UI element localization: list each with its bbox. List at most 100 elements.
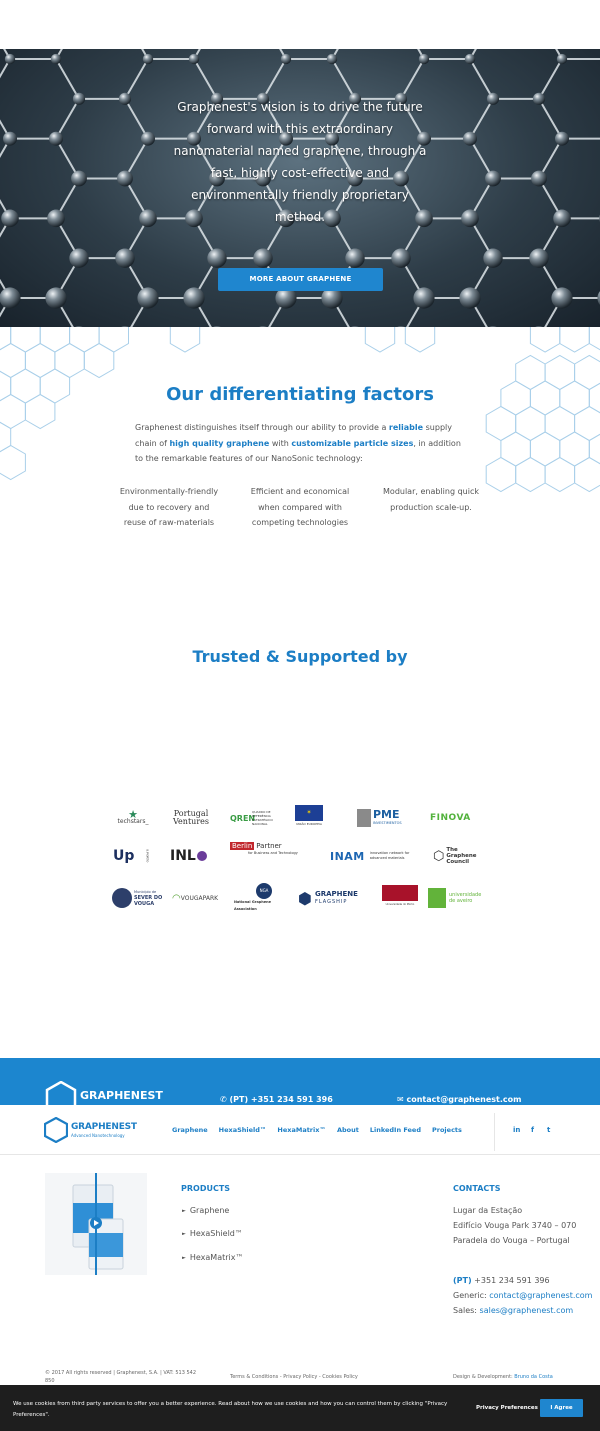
sales-email-link[interactable]: sales@graphenest.com: [480, 1306, 574, 1315]
molecule-atom: [47, 209, 65, 228]
caret-right-icon: ►: [182, 1208, 186, 1214]
molecule-atom: [3, 131, 17, 146]
decorative-hexagon: [574, 456, 600, 493]
molecule-bond: [400, 58, 425, 100]
aveiro-mark-icon: [428, 888, 446, 908]
vouga-swoosh-icon: ◠: [172, 892, 181, 904]
decorative-hexagon: [515, 456, 546, 493]
trusted-supported-title: Trusted & Supported by: [192, 647, 408, 666]
product-link-graphene[interactable]: ► Graphene: [182, 1206, 229, 1215]
caret-right-icon: ►: [182, 1231, 186, 1237]
molecule-atom: [1, 209, 19, 228]
decorative-hexagon: [588, 327, 600, 351]
decorative-hexagon: [83, 342, 115, 379]
decorative-hexagon: [0, 342, 26, 379]
cookie-consent-bar: We use cookies from third party services…: [0, 1385, 600, 1431]
universidade-minho-logo: Universidade do Minho: [380, 885, 420, 911]
designer-link[interactable]: Bruno da Costa: [514, 1374, 552, 1380]
molecule-atom: [4, 53, 16, 65]
university-porto-logo: Up U.PORTO: [113, 847, 150, 864]
molecule-atom: [115, 248, 135, 268]
phone-icon: ✆: [220, 1095, 230, 1104]
contacts-title: CONTACTS: [453, 1184, 501, 1193]
products-title: PRODUCTS: [181, 1184, 231, 1193]
factor-modular: Modular, enabling quick production scale…: [383, 487, 479, 512]
decorative-hexagon: [485, 405, 517, 442]
differentiating-factors-title: Our differentiating factors: [166, 384, 434, 405]
product-cans-illustration: [72, 1173, 124, 1275]
bluebar-email[interactable]: ✉ contact@graphenest.com: [397, 1095, 521, 1104]
molecule-atom: [551, 287, 573, 309]
bluebar-phone[interactable]: ✆ (PT) +351 234 591 396: [220, 1095, 333, 1104]
decorative-hexagon: [485, 456, 517, 493]
molecule-atom: [50, 53, 62, 65]
nav-item-hexamatrix[interactable]: HexaMatrix™: [277, 1126, 326, 1134]
berlin-partner-logo: Berlin Partner for Business and Technolo…: [230, 842, 298, 855]
envelope-icon: ✉: [397, 1095, 407, 1104]
decorative-hexagon: [529, 327, 561, 353]
decorative-hexagon: [0, 444, 26, 481]
molecule-atom: [117, 170, 133, 187]
differentiating-intro: Graphenest distinguishes itself through …: [135, 423, 461, 463]
more-about-graphene-button[interactable]: MORE ABOUT GRAPHENE: [218, 268, 383, 291]
graphenest-logo-icon[interactable]: [44, 1117, 68, 1143]
product-link-hexamatrix[interactable]: ► HexaMatrix™: [182, 1253, 243, 1262]
logo-row-2: Up U.PORTO INL Berlin Partner for Busine…: [110, 842, 490, 871]
address-line-1: Lugar da Estação: [453, 1206, 523, 1215]
privacy-preferences-button[interactable]: Privacy Preferences: [476, 1405, 538, 1411]
nav-brand[interactable]: GRAPHENEST: [71, 1122, 137, 1132]
nav-item-graphene[interactable]: Graphene: [172, 1126, 208, 1134]
molecule-atom: [71, 170, 87, 187]
caret-right-icon: ►: [182, 1255, 186, 1261]
twitter-icon[interactable]: t: [547, 1126, 550, 1134]
nav-item-projects[interactable]: Projects: [432, 1126, 462, 1134]
decorative-hexagon: [54, 342, 85, 379]
molecule-bond: [124, 58, 149, 100]
decorative-hexagon: [169, 327, 201, 353]
logo-row-3: Município de SEVER DO VOUGA ◠ VOUGAPARK …: [110, 883, 490, 913]
molecule-atom: [555, 131, 569, 146]
finova-logo: FINOVA: [430, 812, 471, 823]
molecule-bond: [0, 58, 11, 79]
decorative-hexagon: [515, 405, 546, 442]
generic-email-link[interactable]: contact@graphenest.com: [489, 1291, 592, 1300]
inl-dot-icon: [196, 851, 207, 861]
decorative-hexagon: [364, 327, 396, 353]
molecule-atom: [253, 248, 273, 268]
decorative-hexagon: [574, 405, 600, 442]
molecule-atom: [183, 287, 205, 309]
nav-item-about[interactable]: About: [337, 1126, 359, 1134]
portugal-ventures-logo: Portugal Ventures: [173, 809, 209, 826]
contact-generic-email: Generic: contact@graphenest.com: [453, 1291, 593, 1300]
molecule-atom: [556, 53, 568, 65]
molecule-atom: [137, 287, 159, 309]
molecule-bond: [469, 58, 494, 100]
molecule-bond: [193, 58, 218, 100]
minho-mark-icon: [382, 885, 418, 901]
sever-seal-icon: [112, 888, 132, 908]
sever-do-vouga-logo: Município de SEVER DO VOUGA: [112, 885, 167, 911]
molecule-atom: [141, 131, 155, 146]
vougapark-logo: ◠ VOUGAPARK: [172, 892, 219, 904]
pme-investimentos-logo: PME INVESTIMENTOS: [357, 805, 412, 831]
molecule-atom: [532, 92, 546, 105]
decorative-hexagon: [69, 327, 100, 353]
contact-phone[interactable]: (PT) +351 234 591 396: [453, 1276, 550, 1285]
nav-item-hexashield[interactable]: HexaShield™: [219, 1126, 267, 1134]
molecule-atom: [418, 53, 430, 65]
molecule-atom: [207, 248, 227, 268]
molecule-atom: [345, 248, 365, 268]
facebook-icon[interactable]: f: [531, 1126, 534, 1134]
product-link-hexashield[interactable]: ► HexaShield™: [182, 1229, 243, 1238]
linkedin-icon[interactable]: in: [513, 1126, 520, 1134]
molecule-atom: [188, 53, 200, 65]
decorative-hexagon: [98, 327, 129, 353]
techstars-logo: ★ techstars_: [117, 808, 149, 825]
decorative-hexagon: [544, 456, 576, 493]
highlight-high-quality: high quality graphene: [169, 438, 270, 448]
molecule-atom: [485, 170, 501, 187]
nav-item-linkedin-feed[interactable]: LinkedIn Feed: [370, 1126, 421, 1134]
legal-links[interactable]: Terms & Conditions - Privacy Policy - Co…: [230, 1373, 358, 1381]
i-agree-button[interactable]: I Agree: [540, 1399, 583, 1417]
decorative-hexagon: [529, 431, 561, 467]
